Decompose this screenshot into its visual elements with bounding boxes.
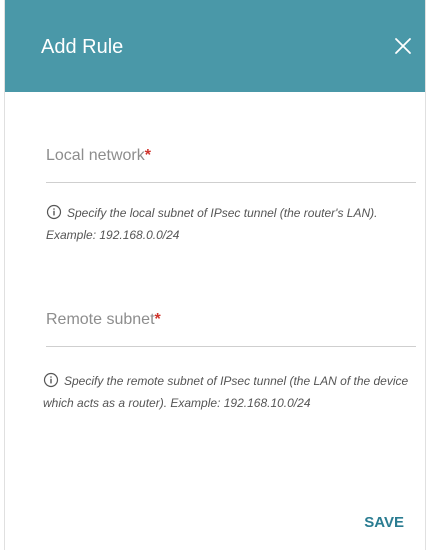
local-network-field[interactable]: Local network* [46,147,416,183]
local-network-label: Local network [46,147,145,164]
dialog-header: Add Rule [5,0,425,92]
required-mark: * [154,311,161,328]
info-icon [46,204,62,220]
save-button[interactable]: SAVE [364,514,404,531]
remote-subnet-hint: Specify the remote subnet of IPsec tunne… [43,370,418,414]
local-network-hint-text: Specify the local subnet of IPsec tunnel… [46,206,378,242]
remote-subnet-label: Remote subnet [46,311,155,328]
add-rule-dialog: Add Rule Local network* Specify the loca… [4,0,426,550]
local-network-hint: Specify the local subnet of IPsec tunnel… [46,202,421,246]
remote-subnet-hint-text: Specify the remote subnet of IPsec tunne… [43,374,409,410]
info-icon [43,372,59,388]
required-mark: * [144,147,151,164]
remote-subnet-field[interactable]: Remote subnet* [46,311,416,347]
dialog-title: Add Rule [41,36,124,58]
close-icon[interactable] [391,34,415,58]
